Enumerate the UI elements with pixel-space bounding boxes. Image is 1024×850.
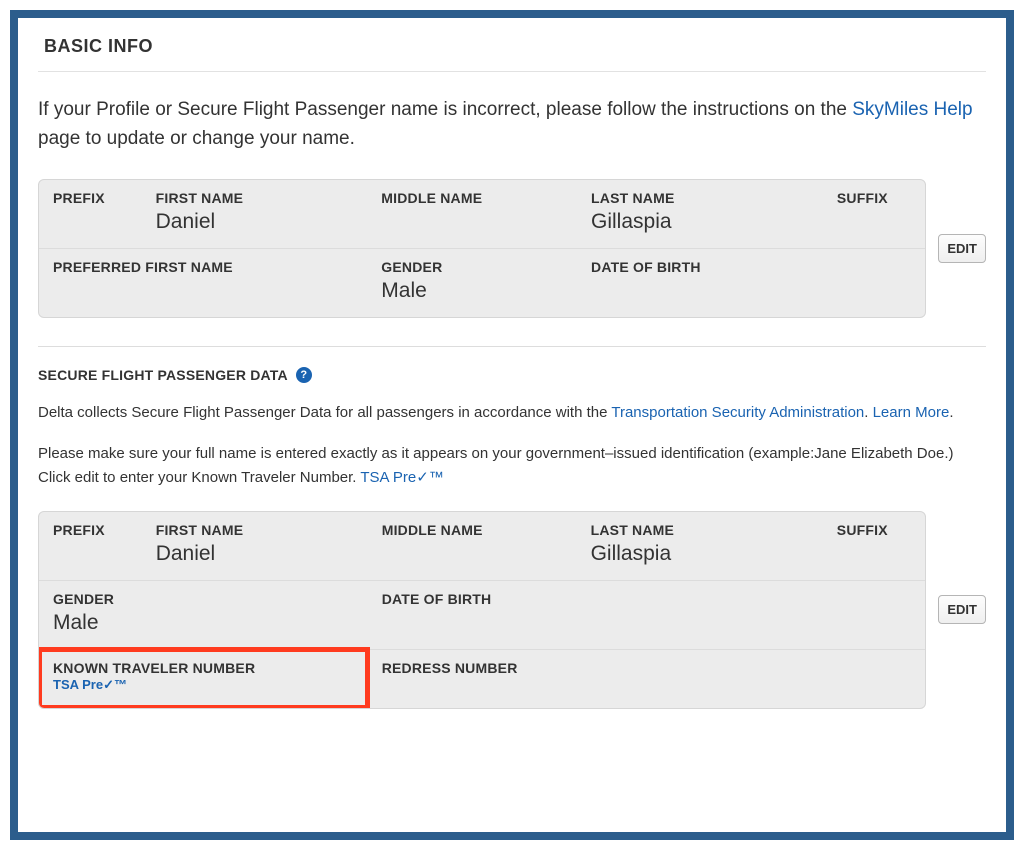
sfpd-desc-1-before: Delta collects Secure Flight Passenger D… (38, 404, 611, 421)
app-frame: BASIC INFO If your Profile or Secure Fli… (10, 10, 1014, 840)
sfpd-value-prefix (53, 538, 128, 542)
tsa-link[interactable]: Transportation Security Administration (611, 404, 864, 421)
sfpd-value-suffix (837, 538, 912, 542)
label-gender: GENDER (381, 259, 563, 275)
sfpd-heading: SECURE FLIGHT PASSENGER DATA (38, 367, 288, 383)
ktn-tsa-pre-link[interactable]: TSA Pre✓™ (53, 677, 127, 692)
label-first-name: FIRST NAME (156, 190, 354, 206)
value-suffix (837, 206, 912, 210)
label-dob: DATE OF BIRTH (591, 259, 911, 275)
edit-basic-button[interactable]: EDIT (938, 234, 986, 263)
value-preferred-first (53, 275, 353, 279)
intro-after: page to update or change your name. (38, 128, 355, 149)
page-title: BASIC INFO (38, 18, 986, 72)
label-prefix: PREFIX (53, 190, 128, 206)
value-first-name: Daniel (156, 206, 354, 234)
value-last-name: Gillaspia (591, 206, 809, 234)
sfpd-desc-1: Delta collects Secure Flight Passenger D… (38, 401, 986, 424)
label-preferred-first: PREFERRED FIRST NAME (53, 259, 353, 275)
help-icon[interactable]: ? (296, 367, 312, 383)
sfpd-label-first-name: FIRST NAME (156, 522, 354, 538)
value-prefix (53, 206, 128, 210)
sfpd-label-dob: DATE OF BIRTH (382, 591, 912, 607)
sfpd-label-prefix: PREFIX (53, 522, 128, 538)
sfpd-label-middle-name: MIDDLE NAME (382, 522, 563, 538)
sfpd-desc-1-mid: . (864, 404, 872, 421)
tsa-pre-link[interactable]: TSA Pre✓™ (360, 469, 443, 486)
value-dob (591, 275, 911, 279)
skymiles-help-link[interactable]: SkyMiles Help (852, 99, 972, 120)
value-redress (382, 676, 912, 680)
sfpd-label-last-name: LAST NAME (591, 522, 809, 538)
label-redress: REDRESS NUMBER (382, 660, 912, 676)
learn-more-link[interactable]: Learn More (873, 404, 950, 421)
sfpd-value-middle-name (382, 538, 563, 542)
sfpd-value-gender: Male (53, 607, 354, 635)
edit-sfpd-button[interactable]: EDIT (938, 595, 986, 624)
sfpd-desc-2: Please make sure your full name is enter… (38, 442, 986, 489)
sfpd-label-suffix: SUFFIX (837, 522, 912, 538)
value-gender: Male (381, 275, 563, 303)
sfpd-desc-1-after: . (949, 404, 953, 421)
divider (38, 346, 986, 347)
value-middle-name (381, 206, 563, 210)
intro-before: If your Profile or Secure Flight Passeng… (38, 99, 852, 120)
label-suffix: SUFFIX (837, 190, 912, 206)
sfpd-desc-2-before: Please make sure your full name is enter… (38, 445, 954, 485)
sfpd-panel: PREFIX FIRST NAME Daniel MIDDLE NAME (38, 511, 926, 709)
label-last-name: LAST NAME (591, 190, 809, 206)
sfpd-value-dob (382, 607, 912, 611)
basic-info-panel: PREFIX FIRST NAME Daniel MIDDLE NAME (38, 179, 926, 318)
sfpd-value-last-name: Gillaspia (591, 538, 809, 566)
label-ktn: KNOWN TRAVELER NUMBER (53, 660, 354, 676)
intro-text: If your Profile or Secure Flight Passeng… (38, 72, 986, 169)
label-middle-name: MIDDLE NAME (381, 190, 563, 206)
sfpd-label-gender: GENDER (53, 591, 354, 607)
sfpd-value-first-name: Daniel (156, 538, 354, 566)
